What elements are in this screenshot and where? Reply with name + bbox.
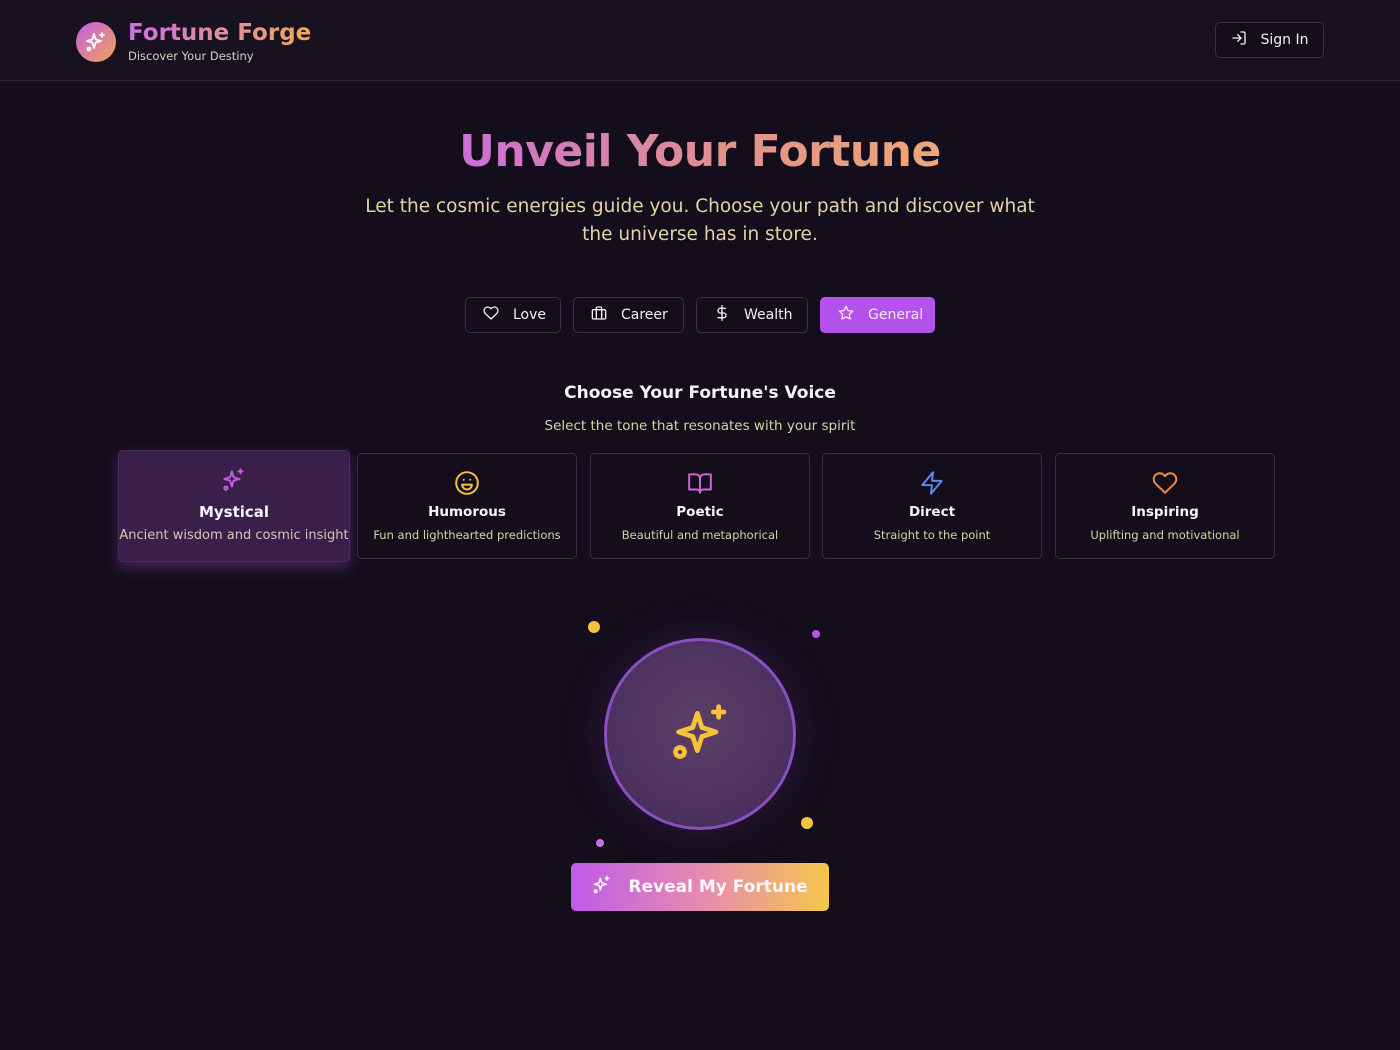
category-label: Career [621,307,668,323]
zap-icon [823,470,1041,496]
brand-subtitle: Discover Your Destiny [128,49,254,63]
tone-description: Straight to the point [873,528,991,542]
category-label: Wealth [744,307,793,323]
decorative-dot [588,621,600,633]
tone-description: Fun and lighthearted predictions [373,528,561,542]
sparkles-icon [76,21,116,62]
tone-name: Inspiring [1131,504,1199,520]
tone-name: Direct [908,504,956,520]
briefcase-icon [591,305,607,325]
brand-title: Fortune Forge [128,20,312,46]
tone-card-poetic[interactable]: Poetic Beautiful and metaphorical [590,453,810,559]
tone-description: Beautiful and metaphorical [621,528,779,542]
book-open-icon [591,470,809,496]
tone-card-inspiring[interactable]: Inspiring Uplifting and motivational [1055,453,1275,559]
reveal-label: Reveal My Fortune [628,877,808,897]
tone-name: Poetic [676,504,724,520]
decorative-dot [812,630,820,638]
tone-name: Humorous [428,504,506,520]
category-career-button[interactable]: Career [573,297,684,333]
brand[interactable]: Fortune Forge Discover Your Destiny [76,20,311,63]
decorative-dot [801,817,813,829]
category-tabs: Love Career Wealth General [0,297,1400,333]
category-wealth-button[interactable]: Wealth [696,297,808,333]
fortune-orb-area [560,600,840,860]
tone-card-mystical[interactable]: Mystical Ancient wisdom and cosmic insig… [118,450,350,562]
smile-icon [358,470,576,496]
fortune-orb[interactable] [604,638,796,830]
decorative-dot [596,839,604,847]
heart-icon [1056,470,1274,496]
sparkles-icon [668,700,732,768]
log-in-icon [1231,30,1247,50]
dollar-icon [714,305,730,325]
sign-in-button[interactable]: Sign In [1215,22,1324,58]
category-love-button[interactable]: Love [465,297,561,333]
category-general-button[interactable]: General [820,297,935,333]
tone-name: Mystical [198,503,270,521]
section-subtitle: Select the tone that resonates with your… [544,418,856,434]
heart-icon [483,305,499,325]
tone-card-direct[interactable]: Direct Straight to the point [822,453,1042,559]
category-label: Love [513,307,547,323]
page-subtitle: Let the cosmic energies guide you. Choos… [365,196,1035,245]
tone-description: Ancient wisdom and cosmic insight [119,528,349,543]
category-label: General [868,307,924,323]
reveal-fortune-button[interactable]: Reveal My Fortune [571,863,829,911]
sign-in-label: Sign In [1260,32,1309,48]
section-title: Choose Your Fortune's Voice [564,383,836,403]
sparkles-icon [592,875,612,900]
star-icon [838,305,854,325]
page-title: Unveil Your Fortune [459,126,941,177]
tone-card-humorous[interactable]: Humorous Fun and lighthearted prediction… [357,453,577,559]
sparkles-icon [119,467,349,493]
tone-description: Uplifting and motivational [1090,528,1240,542]
app-header: Fortune Forge Discover Your Destiny Sign… [0,0,1400,81]
